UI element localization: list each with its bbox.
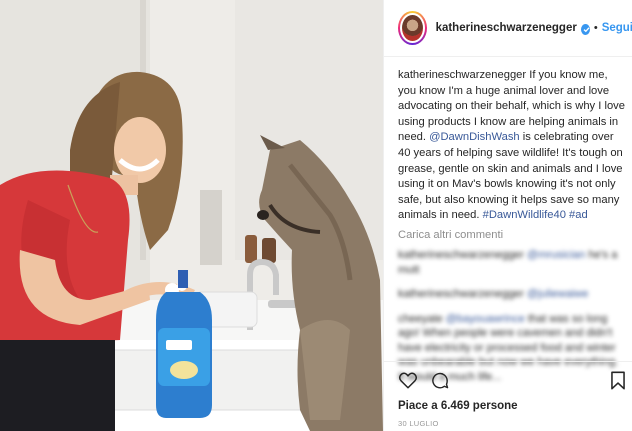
comment-item: katherineschwarzenegger @mrusician he's … [398, 248, 626, 277]
avatar[interactable] [398, 11, 427, 45]
follow-button[interactable]: Segui [602, 22, 632, 34]
comment-mention[interactable]: @juliewaiwe [527, 288, 588, 300]
caption-mention[interactable]: @DawnDishWash [429, 131, 520, 143]
comment-item: katherineschwarzenegger @juliewaiwe [398, 287, 626, 302]
comment-mention[interactable]: @bayouawrince [446, 313, 525, 325]
caption-hashtag[interactable]: #DawnWildlife40 [483, 209, 566, 221]
likes-count[interactable]: Piace a 6.469 persone [398, 400, 518, 412]
comment-user[interactable]: katherineschwarzenegger [398, 249, 524, 261]
heart-icon[interactable] [398, 371, 418, 394]
post-photo [0, 0, 383, 431]
comment-icon[interactable] [430, 371, 450, 395]
header-separator: • [593, 22, 598, 34]
verified-badge-icon [580, 23, 590, 35]
post-date: 30 LUGLIO [398, 419, 439, 428]
comment-user[interactable]: katherineschwarzenegger [398, 288, 524, 300]
caption-text-2: is celebrating over 40 years of helping … [398, 131, 623, 222]
bookmark-icon[interactable] [610, 371, 626, 395]
post-caption: katherineschwarzenegger If you know me, … [398, 68, 626, 224]
post-header: katherineschwarzenegger • Segui [384, 0, 632, 57]
comment-user[interactable]: cheeyate [398, 313, 443, 325]
photo-scene [0, 0, 383, 431]
load-more-comments[interactable]: Carica altri commenti [398, 229, 503, 241]
header-username[interactable]: katherineschwarzenegger [436, 22, 577, 34]
caption-username[interactable]: katherineschwarzenegger [398, 69, 526, 81]
caption-hashtag[interactable]: #ad [569, 209, 588, 221]
action-bar [384, 361, 632, 397]
post-side-panel: katherineschwarzenegger • Segui katherin… [383, 0, 632, 431]
comment-mention[interactable]: @mrusician [527, 249, 585, 261]
